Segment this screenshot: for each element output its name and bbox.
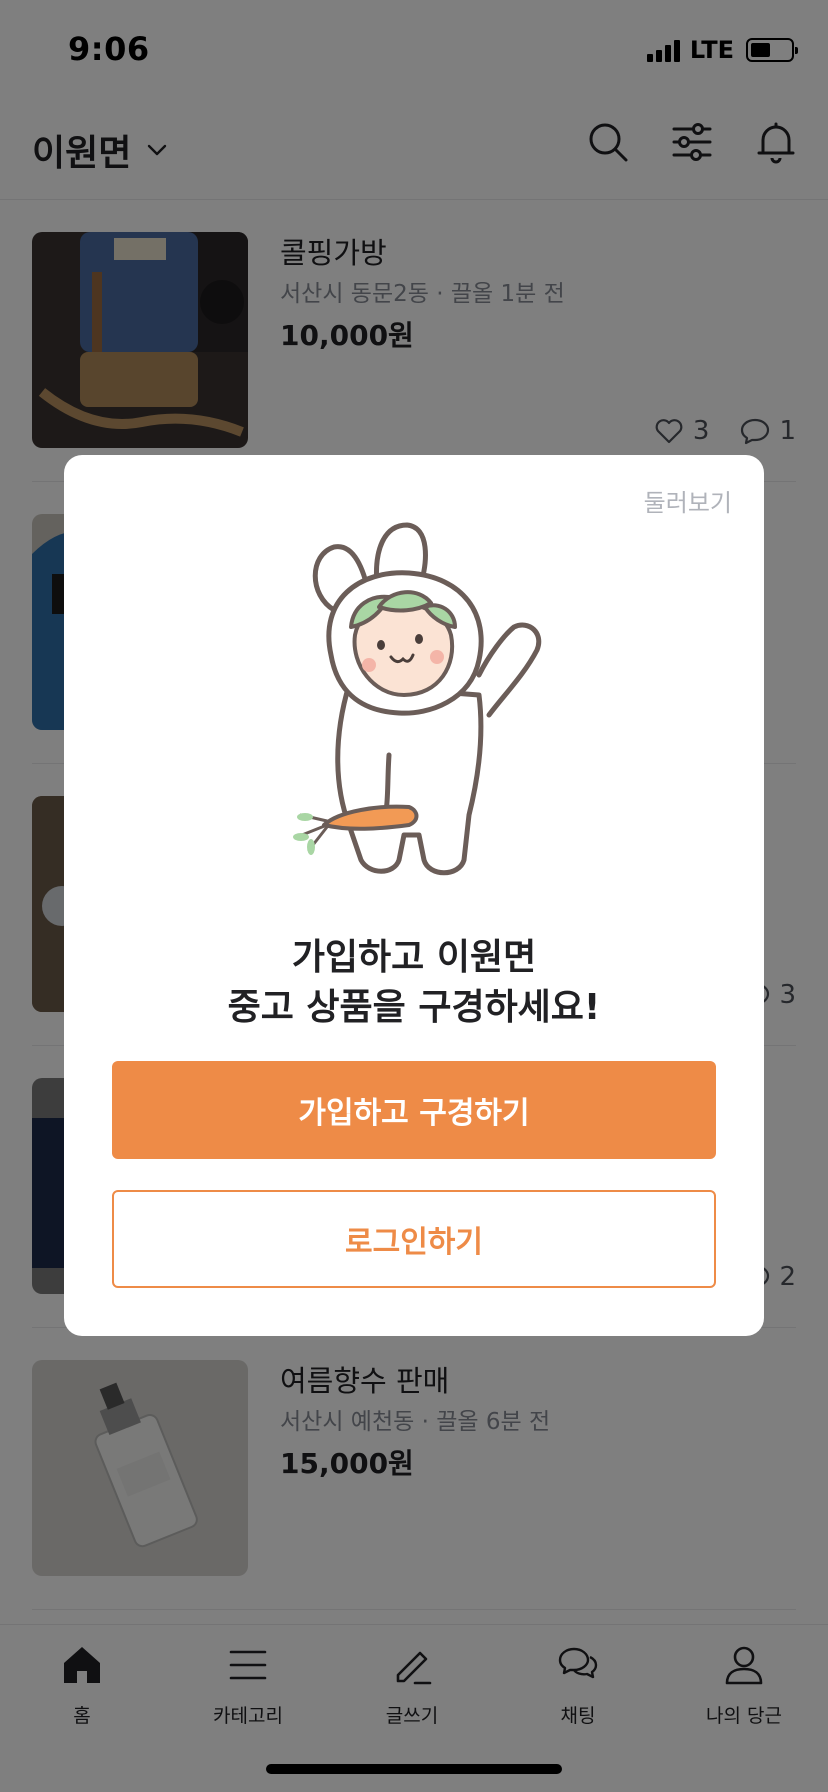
- modal-title-line-2: 중고 상품을 구경하세요!: [227, 987, 601, 1028]
- home-indicator[interactable]: [266, 1764, 562, 1774]
- signup-browse-button[interactable]: 가입하고 구경하기: [112, 1061, 716, 1159]
- modal-title-line-1: 가입하고 이원면: [291, 937, 537, 978]
- login-button[interactable]: 로그인하기: [112, 1190, 716, 1288]
- rabbit-mascot-illustration: [293, 522, 542, 876]
- signup-modal: 둘러보기 가입하고 이원면 중고 상품을 구경하세요! 가입하고 구경하기 로그…: [64, 455, 764, 1336]
- modal-title: 가입하고 이원면 중고 상품을 구경하세요!: [64, 933, 764, 1033]
- browse-button[interactable]: 둘러보기: [644, 483, 732, 518]
